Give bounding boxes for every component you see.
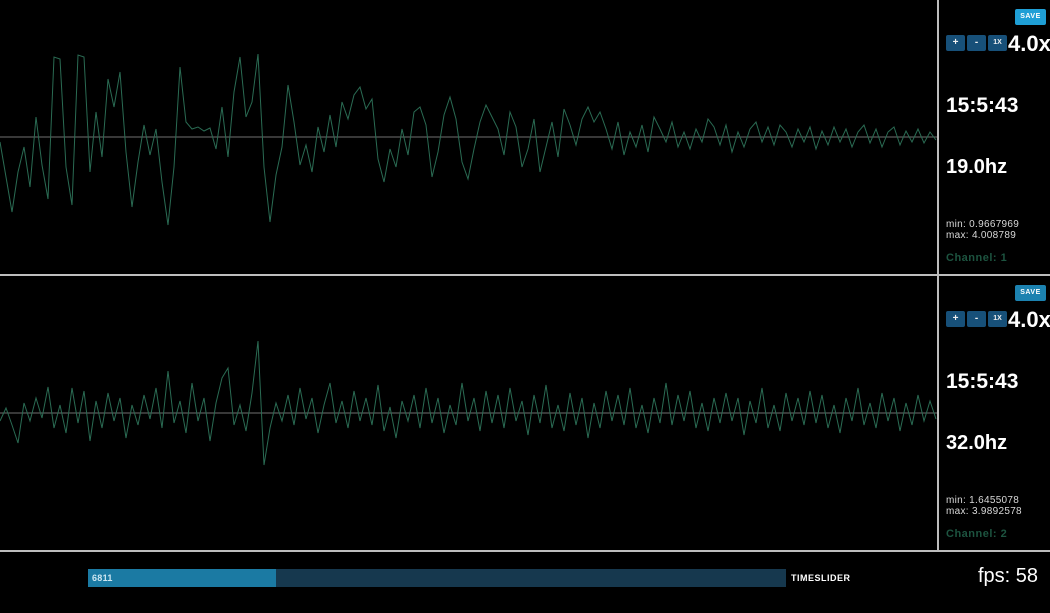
timeslider-label: TIMESLIDER <box>791 573 851 583</box>
info-panel-ch1: SAVE + - 1X 4.0x 15:5:43 19.0hz min: 0.9… <box>939 0 1050 274</box>
fps-counter: fps: 58 <box>978 565 1038 588</box>
max-value-ch1: max: 4.008789 <box>946 230 1019 241</box>
waveform-plot-ch1 <box>0 0 939 274</box>
minmax-readout-ch1: min: 0.9667969 max: 4.008789 <box>946 219 1019 241</box>
timeslider-fill[interactable] <box>88 569 276 587</box>
time-display-ch2: 15:5:43 <box>946 370 1018 394</box>
channel-1-section: SAVE + - 1X 4.0x 15:5:43 19.0hz min: 0.9… <box>0 0 1050 276</box>
frequency-display-ch1: 19.0hz <box>946 156 1007 179</box>
waveform-trace-ch1 <box>0 54 936 225</box>
time-display-ch1: 15:5:43 <box>946 94 1018 118</box>
timeslider-value: 6811 <box>92 573 113 583</box>
waveform-chart-ch2 <box>0 276 937 550</box>
timeslider[interactable]: 6811 <box>88 569 786 587</box>
bottom-bar: 6811 TIMESLIDER fps: 58 <box>0 552 1050 613</box>
zoom-reset-button-ch1[interactable]: 1X <box>988 35 1007 51</box>
zoom-out-button-ch2[interactable]: - <box>967 311 986 327</box>
zoom-level-display-ch1: 4.0x <box>1008 31 1050 57</box>
channel-2-section: SAVE + - 1X 4.0x 15:5:43 32.0hz min: 1.6… <box>0 276 1050 552</box>
zoom-out-button-ch1[interactable]: - <box>967 35 986 51</box>
waveform-trace-ch2 <box>0 341 936 465</box>
min-value-ch1: min: 0.9667969 <box>946 219 1019 230</box>
save-button-ch2[interactable]: SAVE <box>1015 285 1046 301</box>
zoom-reset-button-ch2[interactable]: 1X <box>988 311 1007 327</box>
minmax-readout-ch2: min: 1.6455078 max: 3.9892578 <box>946 495 1022 517</box>
frequency-display-ch2: 32.0hz <box>946 432 1007 455</box>
zoom-controls-ch1: + - 1X <box>946 35 1007 51</box>
channel-label-ch2: Channel: 2 <box>946 528 1007 540</box>
waveform-chart-ch1 <box>0 0 937 274</box>
zoom-in-button-ch2[interactable]: + <box>946 311 965 327</box>
info-panel-ch2: SAVE + - 1X 4.0x 15:5:43 32.0hz min: 1.6… <box>939 276 1050 550</box>
zoom-level-display-ch2: 4.0x <box>1008 307 1050 333</box>
max-value-ch2: max: 3.9892578 <box>946 506 1022 517</box>
zoom-controls-ch2: + - 1X <box>946 311 1007 327</box>
save-button-ch1[interactable]: SAVE <box>1015 9 1046 25</box>
zoom-in-button-ch1[interactable]: + <box>946 35 965 51</box>
waveform-plot-ch2 <box>0 276 939 550</box>
channel-label-ch1: Channel: 1 <box>946 252 1007 264</box>
min-value-ch2: min: 1.6455078 <box>946 495 1022 506</box>
